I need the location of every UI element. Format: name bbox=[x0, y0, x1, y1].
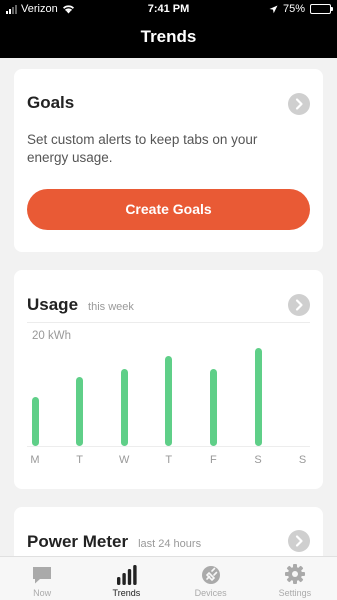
tab-bar: Now Trends Devices Settings bbox=[0, 556, 337, 600]
status-bar: Verizon 7:41 PM 75% bbox=[0, 0, 337, 18]
x-axis-day-label: M bbox=[30, 454, 40, 466]
usage-bar bbox=[31, 397, 39, 446]
tab-devices-label: Devices bbox=[194, 588, 227, 598]
usage-card[interactable]: Usage this week 20 kWh MTWTFSS bbox=[14, 270, 323, 489]
x-axis-day-label: T bbox=[165, 454, 173, 466]
tab-trends[interactable]: Trends bbox=[84, 557, 168, 600]
goals-card[interactable]: Goals Set custom alerts to keep tabs on … bbox=[14, 69, 323, 252]
x-axis-day-label: S bbox=[254, 454, 262, 466]
goals-description: Set custom alerts to keep tabs on your e… bbox=[27, 132, 258, 165]
goals-chevron-right-icon[interactable] bbox=[288, 93, 310, 115]
usage-bar bbox=[120, 368, 128, 446]
power-meter-chevron-right-icon[interactable] bbox=[288, 530, 310, 552]
x-axis-day-label: T bbox=[76, 454, 83, 466]
usage-bar bbox=[76, 376, 84, 446]
tab-settings[interactable]: Settings bbox=[253, 557, 337, 600]
create-goals-button[interactable]: Create Goals bbox=[27, 189, 310, 230]
usage-bar bbox=[209, 368, 217, 446]
nav-bar: Trends bbox=[0, 18, 337, 58]
status-right-group: 75% bbox=[269, 3, 333, 15]
chat-bubble-icon bbox=[0, 563, 84, 585]
power-meter-subtitle: last 24 hours bbox=[138, 538, 202, 550]
gear-icon bbox=[253, 563, 337, 585]
plug-icon bbox=[169, 563, 253, 585]
usage-bar bbox=[165, 356, 173, 446]
power-meter-title-text: Power Meter bbox=[27, 532, 129, 551]
usage-bar-chart: MTWTFSS bbox=[14, 270, 323, 489]
tab-now-label: Now bbox=[33, 588, 52, 598]
battery-icon bbox=[310, 4, 333, 14]
power-meter-title: Power Meter last 24 hours bbox=[27, 532, 201, 552]
tab-now[interactable]: Now bbox=[0, 557, 84, 600]
tab-devices[interactable]: Devices bbox=[169, 557, 253, 600]
x-axis-day-label: S bbox=[298, 454, 307, 466]
x-axis-day-label: F bbox=[210, 454, 217, 466]
usage-bar bbox=[254, 348, 262, 446]
page-title: Trends bbox=[140, 27, 197, 46]
goals-title: Goals bbox=[27, 93, 75, 112]
tab-trends-label: Trends bbox=[112, 588, 141, 598]
location-arrow-icon bbox=[269, 5, 278, 13]
x-axis-day-label: W bbox=[118, 454, 130, 466]
tab-settings-label: Settings bbox=[278, 588, 312, 598]
bar-chart-icon bbox=[84, 563, 168, 585]
battery-percent: 75% bbox=[282, 3, 305, 15]
